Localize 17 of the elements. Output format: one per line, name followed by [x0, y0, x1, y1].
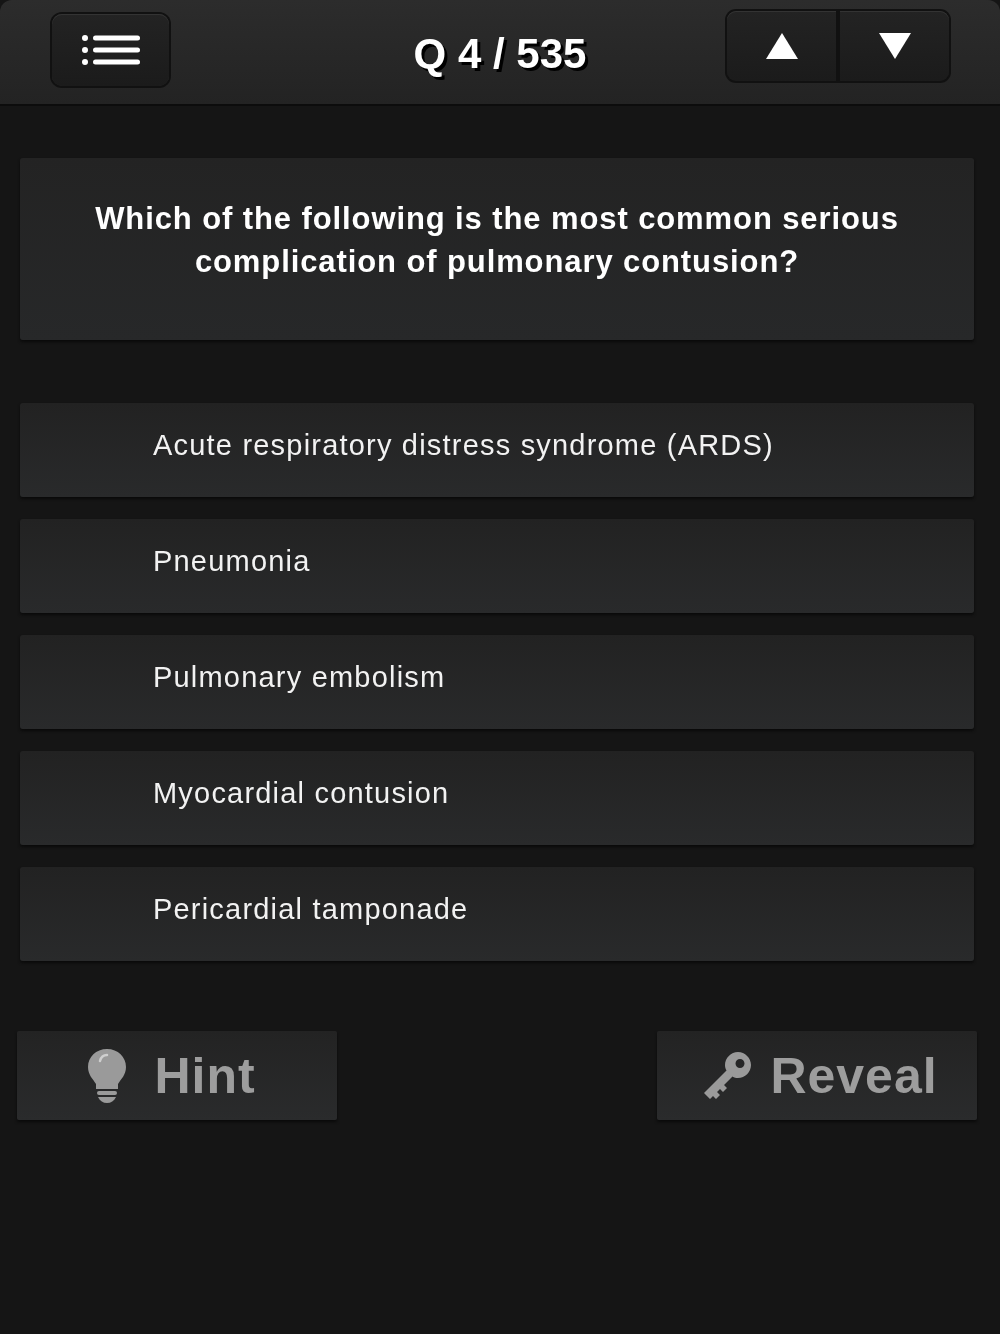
- answer-option[interactable]: Pulmonary embolism: [20, 635, 974, 729]
- reveal-button[interactable]: Reveal: [657, 1031, 977, 1120]
- up-arrow-icon: [765, 33, 798, 59]
- menu-button[interactable]: [52, 14, 169, 86]
- answer-option[interactable]: Pneumonia: [20, 519, 974, 613]
- question-text: Which of the following is the most common serious complication of pulmonary contusion?: [94, 200, 900, 281]
- answer-option[interactable]: Myocardial contusion: [20, 751, 974, 845]
- previous-button[interactable]: [727, 11, 836, 81]
- answer-option[interactable]: Pericardial tamponade: [20, 867, 974, 961]
- next-button[interactable]: [840, 11, 949, 81]
- down-arrow-icon: [878, 33, 911, 59]
- key-icon: [702, 1050, 753, 1101]
- question-counter: Q 4 / 535: [413, 30, 587, 77]
- lightbulb-icon: [88, 1048, 127, 1103]
- menu-icon: [81, 35, 140, 65]
- hint-button[interactable]: Hint: [17, 1031, 337, 1120]
- answer-option[interactable]: Acute respiratory distress syndrome (ARDS): [20, 403, 974, 497]
